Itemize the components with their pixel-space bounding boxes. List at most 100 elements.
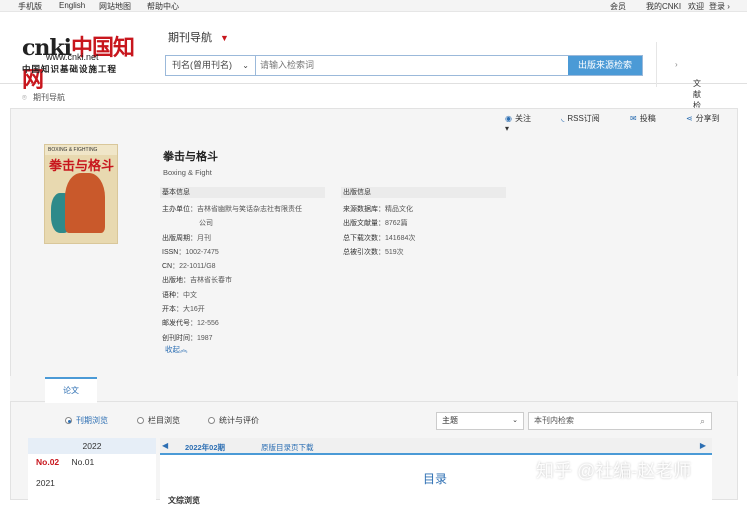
breadcrumb: ⌾ 期刊导航 <box>22 92 65 103</box>
source-search-button[interactable]: 出版来源检索 <box>568 56 642 75</box>
search-input[interactable]: 请输入检索词 <box>258 56 568 75</box>
current-issue: 2022年02期 <box>185 443 226 452</box>
info-row: 出版周期：月刊 <box>162 232 332 246</box>
info-value: 22-1011/G8 <box>179 263 216 271</box>
login-label: 登录 <box>709 2 725 11</box>
info-value: 公司 <box>199 220 213 228</box>
info-label: 主办单位： <box>162 206 197 213</box>
info-value: 519次 <box>385 248 404 256</box>
search-field-label: 刊名(曾用刊名) <box>172 60 232 70</box>
action-bar: ◉ 关注 ◟ RSS订阅 ✉ 投稿 ⋖ 分享到 ▾ <box>505 113 747 133</box>
rss-label: RSS订阅 <box>567 114 600 123</box>
next-issue-icon[interactable]: ▶ <box>700 441 706 450</box>
follow-button[interactable]: ◉ 关注 <box>505 114 545 123</box>
info-label: 创刊时间： <box>162 334 197 342</box>
info-label: 邮发代号： <box>162 320 197 328</box>
mycnki-link[interactable]: 我的CNKI <box>646 1 681 12</box>
year-list: 2022 No.02 No.01 2021 <box>28 438 156 500</box>
journal-title: 拳击与格斗 <box>163 151 218 163</box>
submit-button[interactable]: ✉ 投稿 <box>630 114 670 123</box>
journal-search-input[interactable]: 本刊内检索 ⌕ <box>528 412 712 430</box>
search-icon[interactable]: ⌕ <box>700 413 705 429</box>
login-link[interactable]: 登录 › <box>709 1 730 12</box>
radio-icon <box>208 417 215 424</box>
download-toc-link[interactable]: 原版目录页下载 <box>261 442 314 453</box>
year-2021[interactable]: 2021 <box>36 478 55 488</box>
logo-url: www.cnki.net <box>46 52 99 62</box>
watermark: 知乎 @社编-赵老师 <box>536 461 692 481</box>
cover-title: 拳击与格斗 <box>49 158 115 173</box>
issue-item[interactable]: No.01 <box>72 457 95 467</box>
search-scope-select[interactable]: 主题 ⌄ <box>436 412 524 430</box>
tab-papers[interactable]: 论文 <box>45 377 97 403</box>
journal-english-title: Boxing & Fight <box>163 168 212 177</box>
info-row: 主办单位：吉林省幽默与笑话杂志社有限责任 <box>162 203 332 217</box>
tab-bar <box>10 376 738 402</box>
info-row: 开本：大16开 <box>162 303 332 317</box>
nav-select-label: 期刊导航 <box>168 32 212 44</box>
info-value: 吉林省幽默与笑话杂志社有限责任 <box>197 206 302 213</box>
info-value: 中文 <box>183 291 197 299</box>
double-chevron-up-icon: ︽ <box>180 345 188 354</box>
pub-info-header: 出版信息 <box>341 187 506 198</box>
info-label: 总下载次数： <box>343 234 385 242</box>
header: cnki中国知网 www.cnki.net 中国知识基础设施工程 期刊导航 ▼ 刊… <box>0 12 747 121</box>
contents-section: 文综浏览 <box>168 496 200 505</box>
browse-by-issue-label: 刊期浏览 <box>76 416 108 425</box>
browse-by-issue-radio[interactable]: 刊期浏览 <box>65 415 108 426</box>
info-row: 总下载次数：141684次 <box>343 232 513 246</box>
mail-icon: ✉ <box>630 114 637 123</box>
info-row: 语种：中文 <box>162 289 332 303</box>
chevron-down-icon: ⌄ <box>242 61 249 70</box>
breadcrumb-journal-nav[interactable]: 期刊导航 <box>33 93 65 102</box>
info-row: 公司 <box>162 217 332 231</box>
literature-search-panel[interactable]: 文献检索 › <box>656 42 747 121</box>
rss-button[interactable]: ◟ RSS订阅 <box>561 114 614 123</box>
collapse-label: 收起 <box>165 345 180 354</box>
issue-bar: ◀ 2022年02期 原版目录页下载 ▶ <box>160 438 712 455</box>
stats-radio[interactable]: 统计与评价 <box>208 415 259 426</box>
info-label: 出版文献量： <box>343 220 385 228</box>
chevron-right-icon: › <box>675 60 678 69</box>
info-label: 开本： <box>162 306 183 314</box>
chevron-down-icon: ⌄ <box>512 417 518 424</box>
info-label: 出版地： <box>162 277 190 285</box>
journal-cover: BOXING & FIGHTING 拳击与格斗 <box>44 144 118 244</box>
nav-select[interactable]: 期刊导航 ▼ <box>168 29 229 45</box>
info-row: 创刊时间：1987 <box>162 332 332 346</box>
info-value: 141684次 <box>385 234 416 242</box>
issue-current[interactable]: No.02 <box>36 457 59 467</box>
cnki-logo[interactable]: cnki中国知网 www.cnki.net 中国知识基础设施工程 <box>22 30 137 93</box>
info-row: ISSN：1002-7475 <box>162 246 332 260</box>
radio-icon <box>137 417 144 424</box>
cover-figure <box>65 173 105 233</box>
info-value: 1987 <box>197 334 213 342</box>
collapse-button[interactable]: 收起︽ <box>165 344 188 355</box>
year-2022[interactable]: 2022 <box>28 438 156 454</box>
prev-issue-icon[interactable]: ◀ <box>162 441 168 450</box>
english-link[interactable]: English <box>59 1 85 10</box>
radio-selected-icon <box>65 417 72 424</box>
info-label: 出版周期： <box>162 234 197 242</box>
contents-title: 目录 <box>423 472 448 486</box>
browse-by-column-radio[interactable]: 栏目浏览 <box>137 415 180 426</box>
top-bar: 手机版 English 网站地图 帮助中心 会员 我的CNKI 欢迎 登录 › <box>0 0 747 12</box>
share-icon: ⋖ <box>685 114 693 123</box>
info-value: 大16开 <box>183 306 205 314</box>
pub-info-list: 来源数据库：精品文化 出版文献量：8762篇 总下载次数：141684次 总被引… <box>343 203 513 260</box>
info-row: 总被引次数：519次 <box>343 246 513 260</box>
info-row: 邮发代号：12-556 <box>162 317 332 331</box>
location-pin-icon: ⌾ <box>22 93 27 102</box>
share-label: 分享到 <box>695 114 720 123</box>
welcome-text: 欢迎 <box>688 2 704 11</box>
search-field-select[interactable]: 刊名(曾用刊名) ⌄ <box>166 56 256 75</box>
search-scope-value: 主题 <box>442 416 458 425</box>
member-link[interactable]: 会员 <box>610 1 626 12</box>
help-link[interactable]: 帮助中心 <box>147 1 179 12</box>
sitemap-link[interactable]: 网站地图 <box>99 1 131 12</box>
info-value: 吉林省长春市 <box>190 277 232 285</box>
info-row: CN：22-1011/G8 <box>162 260 332 274</box>
mobile-link[interactable]: 手机版 <box>18 1 42 12</box>
issue-list: No.02 No.01 <box>36 457 94 467</box>
info-value: 8762篇 <box>385 220 408 228</box>
